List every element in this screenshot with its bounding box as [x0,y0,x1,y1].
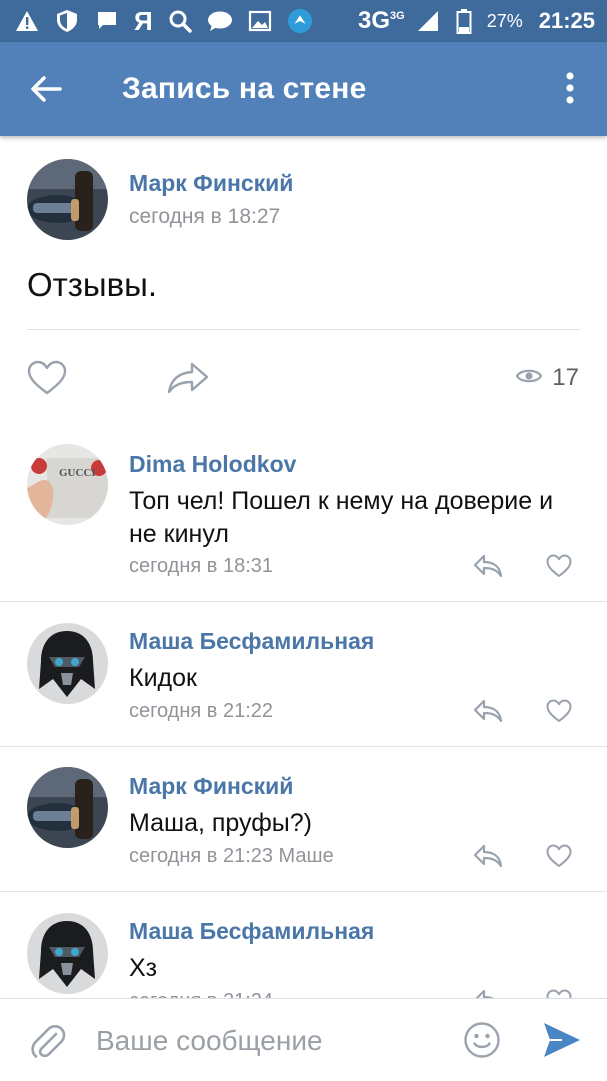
shield-icon [54,8,80,34]
back-arrow-icon[interactable] [28,71,64,107]
comment-author[interactable]: Маша Бесфамильная [129,918,374,945]
views-count: 17 [552,364,579,391]
comment-author[interactable]: Марк Финский [129,773,293,800]
clock: 21:25 [538,8,595,33]
divider [0,746,607,747]
divider [27,329,580,330]
status-bar-system: 3G3G 27% 21:25 [358,7,595,35]
post-author-name[interactable]: Марк Финский [129,170,293,197]
signal-icon [415,8,441,34]
warning-icon [14,8,40,34]
avatar[interactable] [27,623,108,704]
views-counter: 17 [516,364,579,392]
message-icon [207,8,233,34]
post-timestamp: сегодня в 18:27 [129,205,281,228]
image-icon [247,8,273,34]
yandex-icon: Я [134,6,153,36]
vpn-icon [287,8,313,34]
message-composer [0,998,607,1081]
divider [0,601,607,602]
message-input[interactable] [96,1021,426,1061]
reply-icon[interactable] [472,553,504,579]
heart-icon[interactable] [27,360,67,396]
comment-timestamp: сегодня в 18:31 [129,555,273,577]
svg-text:GUCCI: GUCCI [59,467,96,479]
post-text: Отзывы. [27,266,158,303]
reply-icon[interactable] [472,698,504,724]
comment-text: Маша, пруфы?) [129,809,313,837]
reply-icon[interactable] [472,843,504,869]
avatar[interactable] [27,913,108,994]
comment-author[interactable]: Маша Бесфамильная [129,628,374,655]
status-bar: Я 3G3G 27% 21:25 [0,0,607,42]
comment-author[interactable]: Dima Holodkov [129,451,296,478]
eye-icon [516,364,543,392]
heart-icon[interactable] [546,554,572,578]
comment-text: Кидок [129,664,197,692]
avatar[interactable] [27,767,108,848]
page-title: Запись на стене [122,72,367,105]
battery-icon [451,8,477,34]
battery-level: 27% [486,10,523,31]
comment-timestamp: сегодня в 21:23 Маше [129,845,334,867]
send-icon[interactable] [542,1021,582,1059]
share-icon[interactable] [166,360,210,396]
avatar[interactable]: GUCCI [27,444,108,525]
divider [0,891,607,892]
app-bar: Запись на стене [0,42,607,136]
emoji-icon[interactable] [463,1021,501,1059]
comment-text: Хз [129,954,158,982]
heart-icon[interactable] [546,844,572,868]
status-bar-notifications: Я [14,8,313,34]
comment-text: Топ чел! Пошел к нему на доверие и не ки… [129,487,554,548]
search-icon [167,8,193,34]
network-indicator: 3G3G [357,7,405,34]
heart-icon[interactable] [546,699,572,723]
paperclip-icon[interactable] [30,1020,66,1060]
more-vertical-icon[interactable] [556,70,584,108]
chat-icon [94,8,120,34]
avatar[interactable] [27,159,108,240]
comment-timestamp: сегодня в 21:22 [129,700,273,722]
